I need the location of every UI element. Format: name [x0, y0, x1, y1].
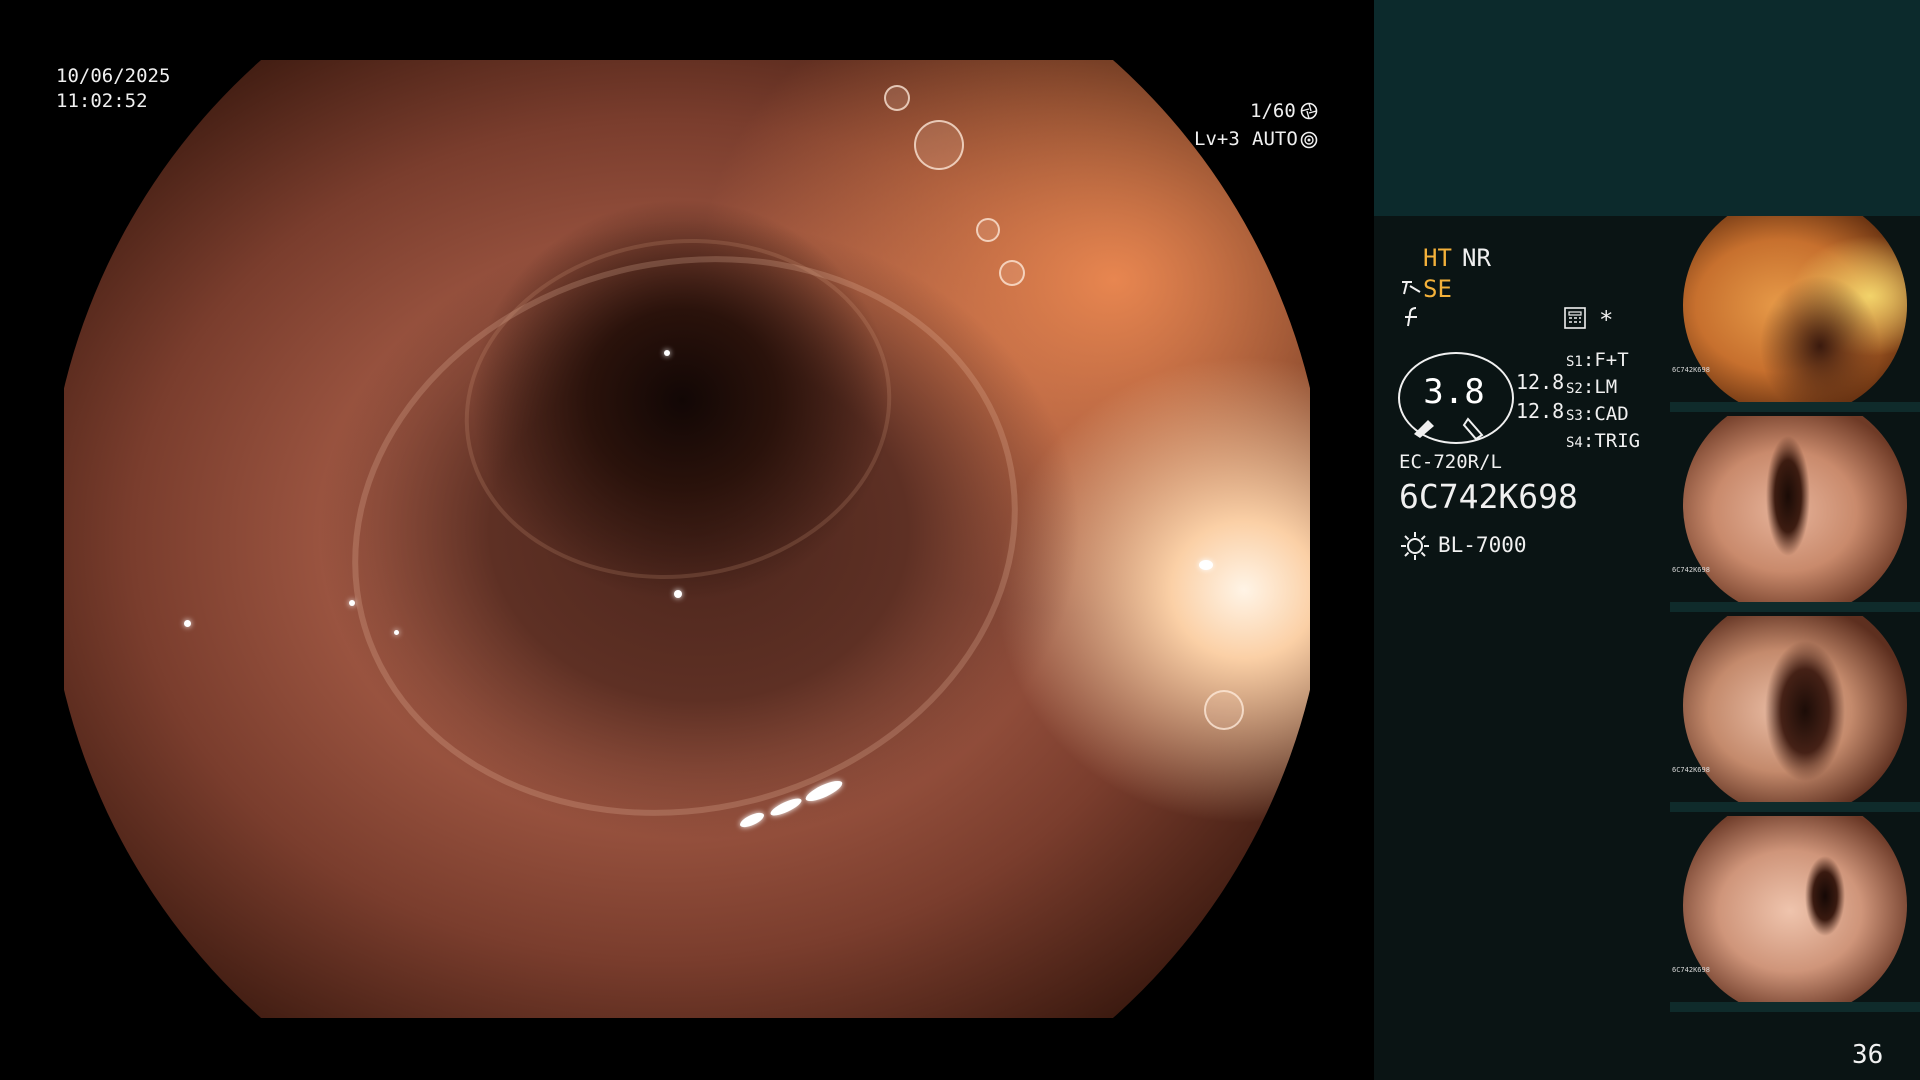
endoscope-view: 10/06/2025 11:02:52 1/60 Lv+3 AUTO	[0, 0, 1374, 1080]
scope-model: EC-720R/L	[1399, 451, 1502, 473]
shutter-speed: 1/60	[1250, 100, 1296, 122]
thumbnail-serial: 6C742K698	[1672, 966, 1710, 974]
nr-indicator: NR	[1462, 244, 1491, 272]
thumbnail-strip: 6C742K698 6C742K698 6C742K698 6C742K698	[1670, 216, 1920, 1080]
frame-number: 36	[1852, 1040, 1884, 1070]
asterisk-indicator: *	[1599, 306, 1614, 334]
specular-highlight	[184, 620, 191, 627]
right-panel-header	[1374, 0, 1920, 216]
dial-reading-1: 12.8	[1516, 370, 1565, 394]
thumbnail-image	[1683, 816, 1907, 1002]
thumbnail-bar	[1670, 602, 1920, 612]
specular-highlight	[768, 795, 804, 819]
dial-value: 3.8	[1423, 372, 1485, 412]
light-source-icon	[1400, 531, 1430, 565]
dial-marker-left	[1410, 412, 1438, 442]
bubble	[999, 260, 1025, 286]
thumbnail-image	[1683, 616, 1907, 802]
thumbnail-bar	[1670, 802, 1920, 812]
switch-row: S3:CAD	[1566, 403, 1629, 425]
thumbnail-1[interactable]: 6C742K698	[1670, 216, 1920, 412]
se-indicator: SE	[1423, 275, 1452, 303]
iris-icon	[1300, 131, 1318, 153]
switch-list: S1:F+T S2:LM S3:CAD S4:TRIG	[1566, 348, 1640, 456]
specular-highlight	[349, 600, 355, 606]
thumbnail-bar	[1670, 402, 1920, 412]
shutter-icon	[1300, 102, 1318, 124]
switch-row: S4:TRIG	[1566, 430, 1641, 452]
thumbnail-image	[1683, 216, 1907, 402]
specular-highlight	[1199, 560, 1213, 570]
time-label: 11:02:52	[56, 90, 148, 112]
thumbnail-serial: 6C742K698	[1672, 366, 1710, 374]
dial-marker-right	[1462, 415, 1490, 445]
scope-serial: 6C742K698	[1399, 477, 1578, 516]
keypad-icon	[1564, 307, 1586, 333]
bubble	[914, 120, 964, 170]
thumbnail-image	[1683, 416, 1907, 602]
specular-highlight	[664, 350, 670, 356]
light-source-label: BL-7000	[1438, 533, 1527, 557]
exposure-mode: AUTO	[1252, 128, 1298, 150]
thumbnail-serial: 6C742K698	[1672, 766, 1710, 774]
specular-highlight	[738, 809, 766, 831]
ht-indicator: HT	[1423, 244, 1452, 272]
date-label: 10/06/2025	[56, 65, 171, 87]
bubble	[1204, 690, 1244, 730]
thumbnail-4[interactable]: 6C742K698	[1670, 816, 1920, 1012]
specular-highlight	[674, 590, 682, 598]
switch-row: S1:F+T	[1566, 349, 1629, 371]
specular-highlight	[394, 630, 399, 635]
thumbnail-serial: 6C742K698	[1672, 566, 1710, 574]
thumbnail-3[interactable]: 6C742K698	[1670, 616, 1920, 812]
info-panel	[1374, 216, 1670, 1080]
dial-reading-2: 12.8	[1516, 399, 1565, 423]
freeze-icon	[1402, 306, 1422, 332]
thumbnail-2[interactable]: 6C742K698	[1670, 416, 1920, 612]
endoscopic-image	[64, 60, 1310, 1018]
structure-enhance-icon	[1400, 278, 1422, 302]
bubble	[884, 85, 910, 111]
thumbnail-bar	[1670, 1002, 1920, 1012]
brightness-level: Lv+3	[1194, 128, 1240, 150]
switch-row: S2:LM	[1566, 376, 1618, 398]
bubble	[976, 218, 1000, 242]
